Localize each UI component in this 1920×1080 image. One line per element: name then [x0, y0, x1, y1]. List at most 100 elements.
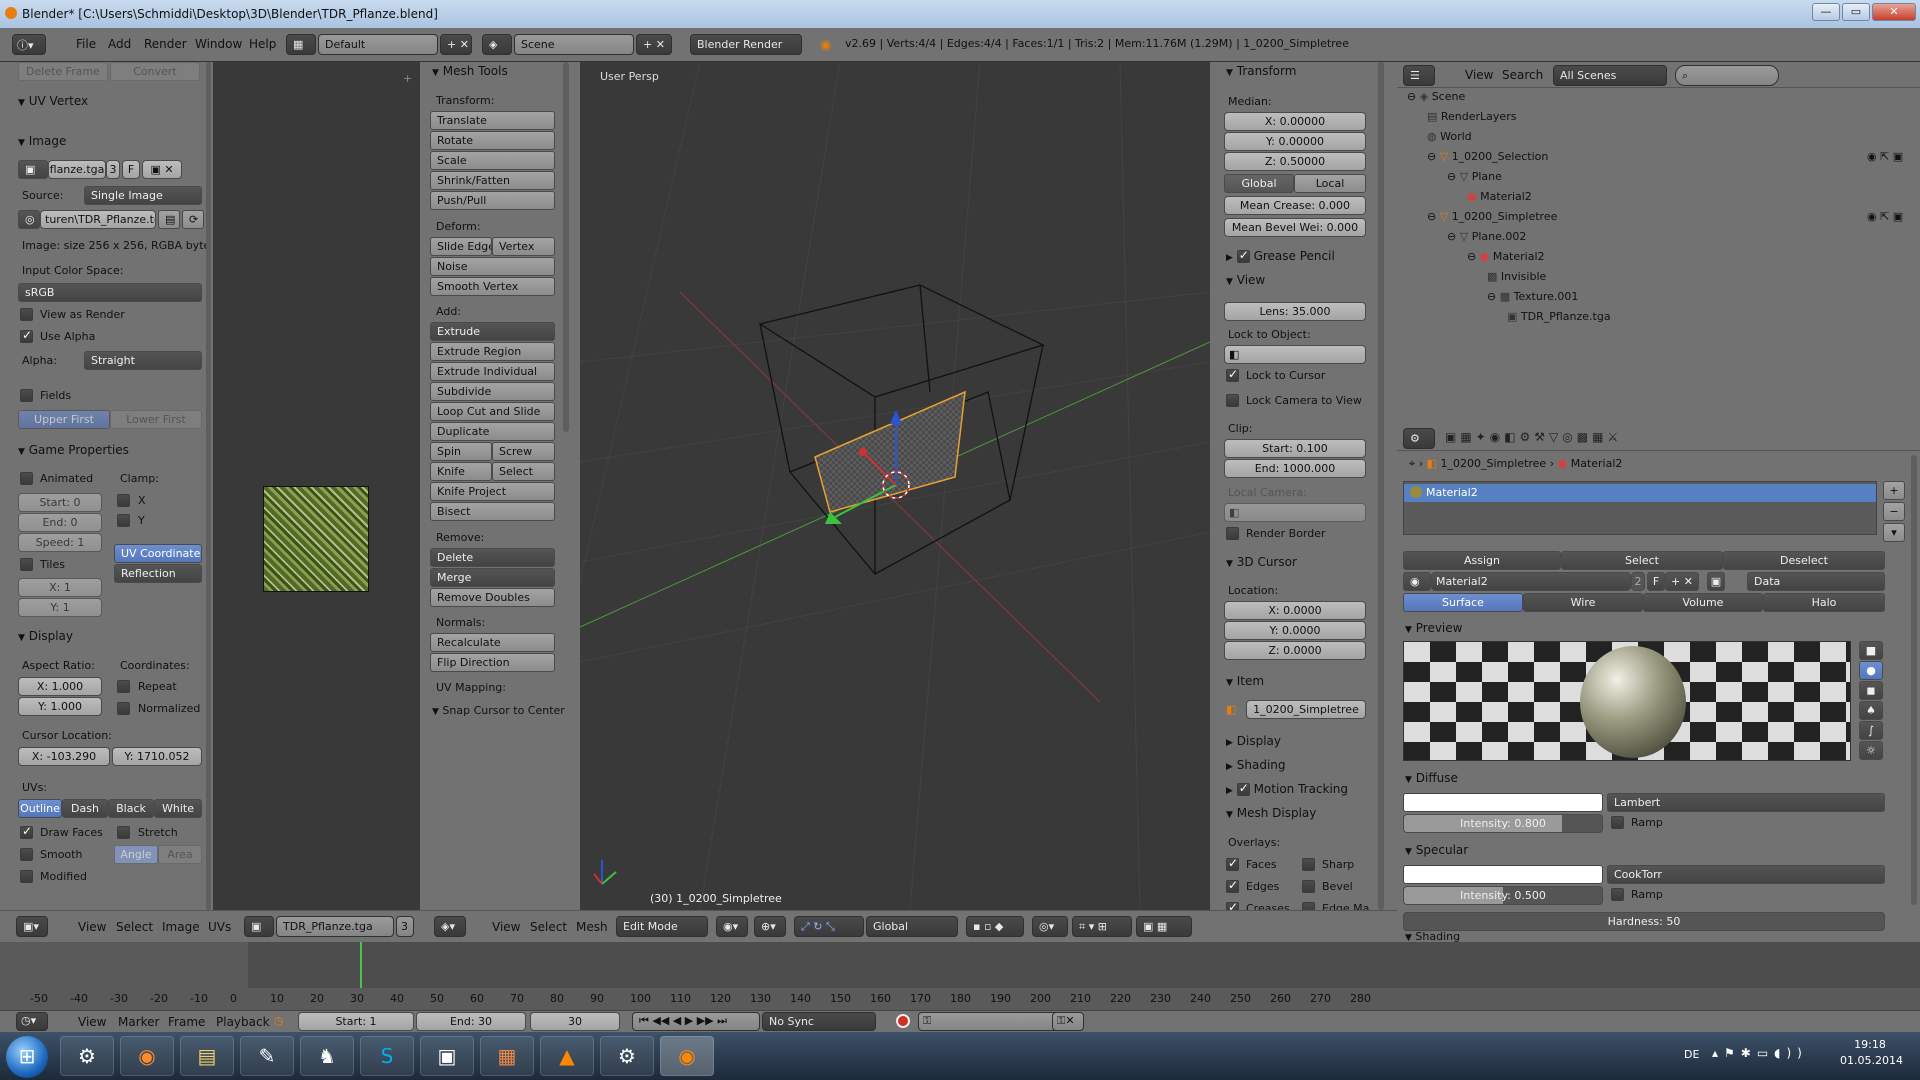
material-slots-list[interactable]: Material2	[1403, 481, 1877, 535]
specular-color-swatch[interactable]	[1403, 865, 1603, 884]
language-indicator[interactable]: DE	[1684, 1048, 1699, 1061]
draw-faces-checkbox[interactable]	[20, 824, 33, 839]
taskbar-window-icon[interactable]: ▣	[420, 1036, 474, 1076]
median-z-field[interactable]: Z: 0.50000	[1224, 152, 1366, 171]
taskbar-office-icon[interactable]: ▦	[480, 1036, 534, 1076]
image-header[interactable]: ▼ Image	[18, 134, 66, 148]
animated-checkbox[interactable]	[20, 472, 33, 485]
source-select[interactable]: Single Image	[84, 186, 202, 205]
bevel-checkbox[interactable]	[1302, 880, 1315, 893]
uv-outline-button[interactable]: Outline	[18, 799, 62, 818]
angle-button[interactable]: Angle	[114, 845, 158, 864]
timeline-menu-frame[interactable]: Frame	[168, 1015, 205, 1029]
snap-icons[interactable]: ⌗ ▾ ⊞	[1072, 916, 1132, 937]
deselect-button[interactable]: Deselect	[1723, 551, 1885, 570]
mesh-tools-header[interactable]: ▼ Mesh Tools	[432, 64, 508, 78]
diffuse-ramp-checkbox[interactable]	[1611, 816, 1624, 829]
tools-scrollbar[interactable]	[563, 62, 569, 432]
material-link-icon[interactable]: ▣	[1707, 572, 1725, 591]
timeline-menu-view[interactable]: View	[78, 1015, 106, 1029]
extrude-region-button[interactable]: Extrude Region	[430, 342, 555, 361]
anim-speed-field[interactable]: Speed: 1	[18, 533, 102, 552]
grease-pencil-header[interactable]: ▶ Grease Pencil	[1226, 248, 1335, 263]
assign-button[interactable]: Assign	[1403, 551, 1561, 570]
preview-header[interactable]: ▼ Preview	[1405, 621, 1462, 635]
close-button[interactable]: ✕	[1872, 3, 1916, 21]
cursor3d-x-field[interactable]: X: 0.0000	[1224, 601, 1366, 620]
uv-black-button[interactable]: Black	[108, 799, 154, 818]
expand-icon[interactable]: ⊖	[1447, 170, 1460, 183]
slide-edge-button[interactable]: Slide Edge	[430, 237, 492, 256]
expand-icon[interactable]: ⊖	[1407, 90, 1420, 103]
render-engine-select[interactable]: Blender Render	[690, 34, 802, 55]
preview-flat-icon[interactable]: ■	[1859, 641, 1883, 660]
uv-dash-button[interactable]: Dash	[62, 799, 108, 818]
lock-camera-checkbox[interactable]	[1226, 394, 1239, 407]
editor-type-icon[interactable]: ⓘ▾	[12, 34, 46, 55]
mesh-display-header[interactable]: ▼ Mesh Display	[1226, 806, 1316, 820]
tab-surface[interactable]: Surface	[1403, 593, 1523, 612]
smooth-checkbox[interactable]	[20, 848, 33, 861]
pin-icon[interactable]: ⌖	[1409, 457, 1415, 470]
record-icon[interactable]	[896, 1014, 910, 1028]
3d-cursor-header[interactable]: ▼ 3D Cursor	[1226, 555, 1297, 569]
tab-wire[interactable]: Wire	[1523, 593, 1643, 612]
modified-checkbox[interactable]	[20, 870, 33, 883]
scene-select[interactable]: Scene	[514, 34, 634, 55]
select-mode-icons[interactable]: ▪ ▫ ◆	[966, 916, 1024, 937]
clock-time[interactable]: 19:18	[1840, 1038, 1900, 1051]
image-menu-view[interactable]: View	[78, 920, 106, 934]
motion-tracking-header[interactable]: ▶ Motion Tracking	[1226, 781, 1348, 796]
tile-y-field[interactable]: Y: 1	[18, 598, 102, 617]
median-x-field[interactable]: X: 0.00000	[1224, 112, 1366, 131]
view-header[interactable]: ▼ View	[1226, 273, 1265, 287]
display-section-header[interactable]: ▶ Display	[1226, 734, 1281, 748]
outliner-row[interactable]: ◍ World	[1427, 130, 1472, 143]
local-camera-field[interactable]: ◧	[1224, 503, 1366, 522]
uv-coordinates-button[interactable]: UV Coordinates	[114, 544, 202, 563]
merge-menu[interactable]: Merge	[430, 568, 555, 587]
recalculate-button[interactable]: Recalculate	[430, 633, 555, 652]
current-frame-marker[interactable]	[360, 942, 362, 988]
menu-help[interactable]: Help	[249, 37, 276, 51]
properties-scrollbar[interactable]	[1911, 455, 1917, 905]
outliner-search-input[interactable]: ⌕	[1675, 65, 1779, 86]
3d-viewport[interactable]: User Persp (30) 1_0200_Simpletree	[580, 62, 1210, 910]
mean-bevel-field[interactable]: Mean Bevel Wei: 0.000	[1224, 218, 1366, 237]
outliner-row[interactable]: ⊖ ◈ Scene	[1407, 90, 1465, 103]
global-button[interactable]: Global	[1224, 174, 1294, 193]
extrude-menu[interactable]: Extrude	[430, 322, 555, 341]
reload-icon[interactable]: ⟳	[182, 210, 204, 229]
image-header-name[interactable]: TDR_Pflanze.tga	[276, 916, 394, 937]
local-button[interactable]: Local	[1294, 174, 1366, 193]
expand-icon[interactable]: ⊖	[1487, 290, 1500, 303]
layout-select[interactable]: Default	[318, 34, 438, 55]
panel-toggle-icon[interactable]: +	[403, 72, 412, 85]
mode-select[interactable]: Edit Mode	[616, 916, 708, 937]
alpha-select[interactable]: Straight	[84, 351, 202, 370]
taskbar-blender-icon[interactable]: ◉	[660, 1036, 714, 1076]
delete-menu[interactable]: Delete	[430, 548, 555, 567]
subdivide-button[interactable]: Subdivide	[430, 382, 555, 401]
image-menu-select[interactable]: Select	[116, 920, 153, 934]
specular-shader-select[interactable]: CookTorr	[1607, 865, 1885, 884]
timeline-start-field[interactable]: Start: 1	[298, 1012, 414, 1031]
render-border-checkbox[interactable]	[1226, 527, 1239, 540]
view-as-render-checkbox[interactable]	[20, 308, 33, 321]
creases-checkbox[interactable]	[1226, 900, 1239, 910]
knife-button[interactable]: Knife	[430, 462, 492, 481]
use-alpha-checkbox[interactable]	[20, 328, 33, 343]
scene-icon[interactable]: ◈	[482, 34, 512, 55]
remove-doubles-button[interactable]: Remove Doubles	[430, 588, 555, 607]
taskbar-network-icon[interactable]: ⚙	[60, 1036, 114, 1076]
slot-menu-icon[interactable]: ▾	[1883, 523, 1905, 542]
fake-user-button[interactable]: F	[122, 160, 140, 179]
scale-button[interactable]: Scale	[430, 151, 555, 170]
image-name-field[interactable]: flanze.tga	[48, 160, 106, 179]
aspect-x-field[interactable]: X: 1.000	[18, 677, 102, 696]
rotate-button[interactable]: Rotate	[430, 131, 555, 150]
image-menu-image[interactable]: Image	[162, 920, 200, 934]
mean-crease-field[interactable]: Mean Crease: 0.000	[1224, 196, 1366, 215]
pivot-select-icon[interactable]: ⊕▾	[754, 916, 786, 937]
timeline-type-icon[interactable]: ◷▾	[16, 1012, 48, 1031]
